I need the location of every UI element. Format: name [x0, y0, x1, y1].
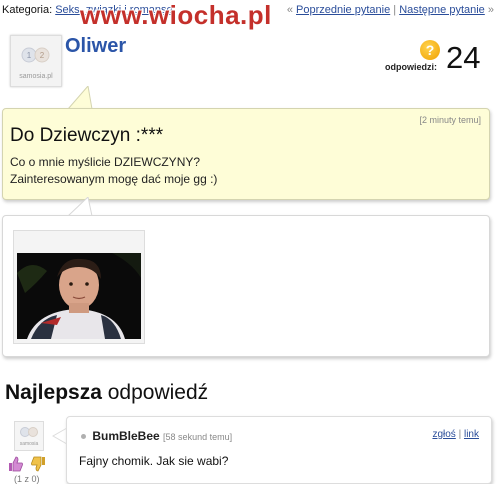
question-box: [2 minuty temu] Do Dziewczyn :*** Co o m…	[2, 108, 490, 200]
samosia-logo-icon	[20, 427, 38, 437]
prev-arrow-icon: «	[286, 4, 293, 16]
avatar[interactable]: 1 2 samosia.pl	[10, 35, 62, 87]
best-answer-heading-bold: Najlepsza	[5, 381, 102, 404]
svg-text:1: 1	[27, 51, 32, 60]
best-answer-heading-rest: odpowiedź	[107, 381, 209, 404]
user-photo	[17, 253, 141, 339]
attachment-box	[2, 215, 490, 357]
user-status-dot-icon	[81, 434, 86, 440]
next-question-link[interactable]: Następne pytanie	[399, 4, 485, 16]
answer-header: BumBleBee [58 sekund temu]	[81, 429, 232, 443]
svg-text:2: 2	[40, 51, 45, 60]
photo-thumbnail[interactable]	[13, 230, 145, 344]
question-body: Co o mnie myślicie DZIEWCZYNY? Zainteres…	[10, 154, 217, 188]
actions-separator: |	[458, 429, 462, 440]
previous-question-link[interactable]: Poprzednie pytanie	[296, 4, 390, 16]
thumbs-down-icon[interactable]	[30, 456, 46, 472]
answer-time: [58 sekund temu]	[163, 432, 233, 442]
permalink-link[interactable]: link	[464, 429, 479, 440]
portrait-image	[17, 253, 141, 339]
question-body-line: Co o mnie myślicie DZIEWCZYNY?	[10, 155, 201, 169]
answers-count: 24	[446, 40, 481, 75]
question-navigation: « Poprzednie pytanie | Następne pytanie …	[287, 4, 494, 16]
question-body-line: Zainteresowanym mogę dać moje gg :)	[10, 172, 218, 186]
answers-label: odpowiedzi:	[385, 62, 437, 72]
question-time: [2 minuty temu]	[419, 115, 481, 125]
watermark: www.wiocha.pl	[80, 0, 272, 30]
asker-username[interactable]: Oliwer	[65, 35, 126, 58]
answer-username[interactable]: BumBleBee	[92, 429, 159, 443]
question-title: Do Dziewczyn :***	[10, 125, 164, 146]
category-label: Kategoria:	[2, 4, 53, 16]
answer-text: Fajny chomik. Jak sie wabi?	[79, 454, 229, 468]
answer-avatar-caption: samosia	[19, 441, 39, 447]
answer-actions: zgłoś | link	[432, 429, 479, 440]
vote-count: (1 z 0)	[14, 474, 40, 484]
question-bubble-tail	[66, 86, 93, 110]
report-link[interactable]: zgłoś	[432, 429, 455, 440]
photo-bubble-tail	[66, 197, 93, 217]
answer-avatar[interactable]: samosia	[14, 421, 44, 451]
best-answer-box: BumBleBee [58 sekund temu] zgłoś | link …	[66, 416, 492, 484]
best-answer-heading: Najlepsza odpowiedź	[5, 381, 208, 405]
nav-separator: |	[393, 4, 397, 16]
avatar-caption: samosia.pl	[19, 73, 53, 80]
next-arrow-icon: »	[487, 4, 494, 16]
thumbs-up-icon[interactable]	[8, 456, 24, 472]
samosia-logo-icon: 1 2	[21, 47, 50, 63]
question-bulb-icon: ?	[420, 40, 440, 60]
